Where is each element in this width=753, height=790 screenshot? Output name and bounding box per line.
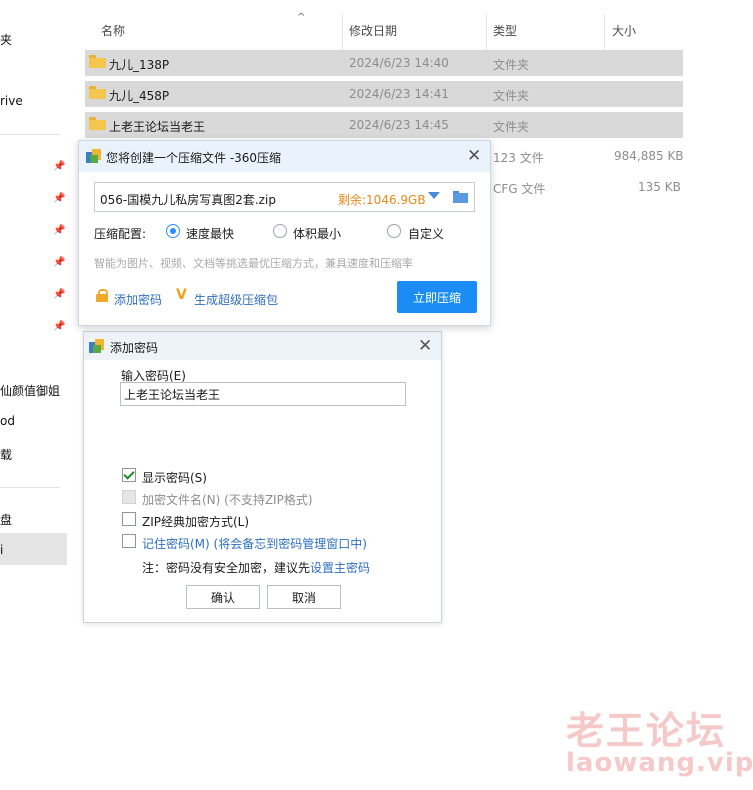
add-password-dialog: 添加密码 ✕ 输入密码(E) 显示密码(S) 加密文件名(N) (不支持ZIP格… [83,331,442,623]
archive-file-name: 056-国模九儿私房写真图2套.zip [100,193,276,207]
remember-password-label[interactable]: 记住密码(M) (将会备忘到密码管理窗口中) [142,535,367,552]
file-name: 九儿_458P [109,89,170,103]
close-icon[interactable]: ✕ [418,338,432,355]
nav-item-selected-label: i [0,543,4,557]
vip-v-icon: V [176,287,187,303]
watermark-title: 老王论坛 [566,709,727,753]
free-space-label: 剩余:1046.9GB [338,193,426,207]
dialog-title: 添加密码 [110,341,159,355]
nav-divider [0,134,60,135]
radio-custom[interactable] [387,224,401,238]
file-name: 上老王论坛当老王 [109,120,206,134]
browse-folder-icon[interactable] [453,191,468,203]
add-password-link[interactable]: 添加密码 [114,291,162,308]
file-date: 2024/6/23 14:41 [349,87,449,101]
file-type: 文件夹 [493,89,530,103]
lock-icon [96,289,108,302]
nav-item-folder[interactable]: 夹 [0,31,12,48]
cancel-button[interactable]: 取消 [267,585,341,609]
file-size: 135 KB [638,180,681,194]
file-row[interactable]: 九儿_458P 2024/6/23 14:41 文件夹 [85,81,683,107]
dialog-title-bar[interactable]: 添加密码 ✕ [84,332,441,360]
nav-item-drive[interactable]: rive [0,94,23,108]
file-date: 2024/6/23 14:40 [349,56,449,70]
set-master-password-link[interactable]: 设置主密码 [310,561,370,575]
close-icon[interactable]: ✕ [467,148,481,165]
file-type: CFG 文件 [493,182,546,196]
option-custom-label[interactable]: 自定义 [408,225,444,242]
file-row[interactable]: 九儿_138P 2024/6/23 14:40 文件夹 [85,50,683,76]
watermark-url: laowang.vip [566,748,753,778]
column-header-type[interactable]: 类型 [493,22,517,39]
option-fastest-label[interactable]: 速度最快 [186,225,234,242]
pin-icon: 📌 [53,289,66,300]
pin-icon: 📌 [53,321,66,332]
file-name: 九儿_138P [109,58,170,72]
radio-smallest[interactable] [273,224,287,238]
confirm-button[interactable]: 确认 [186,585,260,609]
360zip-app-icon [86,149,101,164]
compress-now-button[interactable]: 立即压缩 [397,281,477,313]
encrypt-filenames-checkbox[interactable] [122,490,136,504]
pin-icon: 📌 [53,257,66,268]
file-row[interactable]: 上老王论坛当老王 2024/6/23 14:45 文件夹 [85,112,683,138]
nav-divider [0,487,60,488]
dropdown-arrow-icon[interactable] [428,192,440,199]
security-note: 注：密码没有安全加密，建议先设置主密码 [142,559,370,576]
dialog-title: 您将创建一个压缩文件 -360压缩 [106,151,282,165]
column-header-size[interactable]: 大小 [612,22,636,39]
folder-icon [89,86,106,99]
encrypt-filenames-label[interactable]: 加密文件名(N) (不支持ZIP格式) [142,491,313,508]
option-smallest-label[interactable]: 体积最小 [293,225,341,242]
file-type: 123 文件 [493,151,544,165]
file-type: 文件夹 [493,120,530,134]
pin-icon: 📌 [53,193,66,204]
super-compress-link[interactable]: 生成超级压缩包 [194,291,278,308]
compress-hint: 智能为图片、视频、文档等挑选最优压缩方式，兼具速度和压缩率 [94,257,413,270]
column-header-date[interactable]: 修改日期 [349,22,397,39]
pin-icon: 📌 [53,225,66,236]
create-archive-dialog: 您将创建一个压缩文件 -360压缩 ✕ 056-国模九儿私房写真图2套.zip … [78,140,491,326]
compress-config-label: 压缩配置: [94,227,147,241]
show-password-checkbox[interactable] [122,468,136,482]
remember-password-checkbox[interactable] [122,534,136,548]
nav-item-album[interactable]: 仙颜值御姐 [0,382,60,399]
file-size: 984,885 KB [614,149,684,163]
file-type: 文件夹 [493,58,530,72]
360zip-app-icon [89,339,104,354]
zip-classic-checkbox[interactable] [122,512,136,526]
zip-classic-label[interactable]: ZIP经典加密方式(L) [142,513,249,530]
security-note-text: 注：密码没有安全加密，建议先 [142,561,311,575]
archive-path-field[interactable]: 056-国模九儿私房写真图2套.zip 剩余:1046.9GB [94,182,475,212]
dialog-title-bar[interactable]: 您将创建一个压缩文件 -360压缩 ✕ [79,141,490,172]
sort-ascending-icon: ^ [297,12,306,23]
column-header-name[interactable]: 名称 [101,22,125,39]
nav-item-download[interactable]: 载 [0,446,12,463]
file-list-header: ^ 名称 修改日期 类型 大小 [85,12,683,58]
show-password-label[interactable]: 显示密码(S) [142,469,207,486]
pin-icon: 📌 [53,161,66,172]
nav-item-selected[interactable]: i [0,533,67,565]
folder-icon [89,55,106,68]
nav-item-disk[interactable]: 盘 [0,511,12,528]
radio-fastest[interactable] [166,224,180,238]
nav-item-od[interactable]: od [0,414,15,428]
file-date: 2024/6/23 14:45 [349,118,449,132]
password-input[interactable] [120,382,406,406]
folder-icon [89,117,106,130]
navigation-pane: 夹 rive 📌 📌 📌 📌 📌 📌 仙颜值御姐 od 载 盘 i [0,0,80,790]
